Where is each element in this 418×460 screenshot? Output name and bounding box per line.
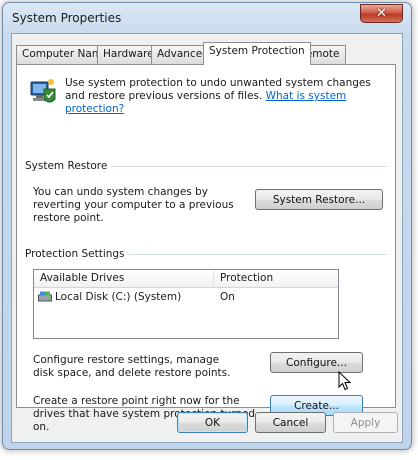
- intro-text: Use system protection to undo unwanted s…: [65, 77, 387, 116]
- configure-button[interactable]: Configure...: [270, 352, 363, 373]
- drive-name: Local Disk (C:) (System): [55, 290, 182, 303]
- system-restore-description: You can undo system changes by reverting…: [33, 186, 234, 224]
- cancel-button[interactable]: Cancel: [255, 412, 326, 433]
- apply-button[interactable]: Apply: [333, 412, 398, 433]
- protection-settings-group-label: Protection Settings: [25, 248, 129, 260]
- mouse-cursor-icon: [338, 371, 351, 391]
- available-drives-list[interactable]: Available Drives Protection Local Disk (…: [33, 269, 339, 339]
- ok-button[interactable]: OK: [177, 412, 248, 433]
- tab-system-protection[interactable]: System Protection: [203, 42, 311, 65]
- system-restore-group-label: System Restore: [25, 160, 112, 172]
- system-protection-icon: [30, 79, 56, 103]
- close-icon: ✕: [376, 6, 387, 21]
- drive-protection-status: On: [220, 290, 235, 303]
- column-protection[interactable]: Protection: [214, 270, 338, 287]
- drive-icon: [38, 291, 52, 302]
- configure-description: Configure restore settings, manage disk …: [33, 354, 231, 379]
- window-title: System Properties: [12, 11, 122, 25]
- column-available-drives[interactable]: Available Drives: [34, 270, 214, 287]
- close-button[interactable]: ✕: [360, 4, 403, 23]
- list-item[interactable]: Local Disk (C:) (System) On: [34, 288, 338, 305]
- tab-strip: Computer Name Hardware Advanced System P…: [16, 42, 396, 65]
- list-header: Available Drives Protection: [34, 270, 338, 288]
- system-protection-panel: Use system protection to undo unwanted s…: [16, 64, 396, 433]
- system-restore-button[interactable]: System Restore...: [255, 189, 383, 210]
